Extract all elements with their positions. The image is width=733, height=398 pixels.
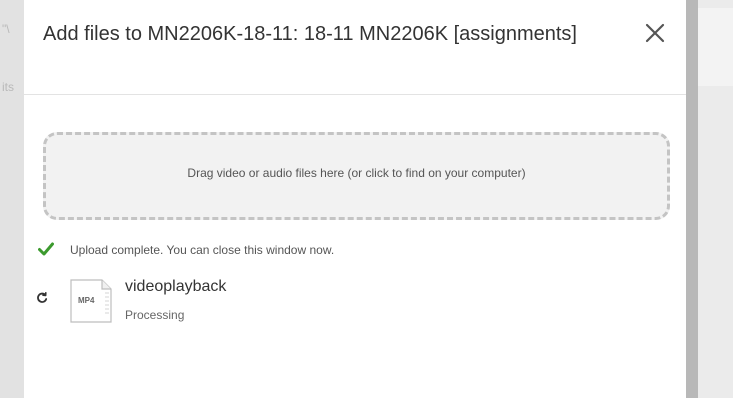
dropzone-label: Drag video or audio files here (or click… xyxy=(187,166,526,180)
close-icon xyxy=(645,23,665,43)
background-left-strip: "\ its xyxy=(0,0,24,398)
file-name: videoplayback xyxy=(125,278,227,295)
close-button[interactable] xyxy=(640,18,670,48)
file-list-item: MP4 videoplayback Processing xyxy=(36,278,436,328)
check-icon xyxy=(38,242,54,256)
dialog-title: Add files to MN2206K-18-11: 18-11 MN2206… xyxy=(43,23,577,45)
background-right-band xyxy=(698,8,733,86)
file-dropzone[interactable]: Drag video or audio files here (or click… xyxy=(43,132,670,220)
add-files-dialog: Add files to MN2206K-18-11: 18-11 MN2206… xyxy=(24,0,686,398)
dialog-header: Add files to MN2206K-18-11: 18-11 MN2206… xyxy=(24,0,686,95)
upload-status-text: Upload complete. You can close this wind… xyxy=(70,243,335,257)
file-processing-status: Processing xyxy=(125,308,185,322)
background-text-fragment: "\ xyxy=(2,22,10,36)
refresh-icon xyxy=(37,292,48,303)
file-type-label: MP4 xyxy=(78,296,95,305)
background-text-fragment: its xyxy=(2,80,14,94)
modal-shadow xyxy=(686,0,698,398)
